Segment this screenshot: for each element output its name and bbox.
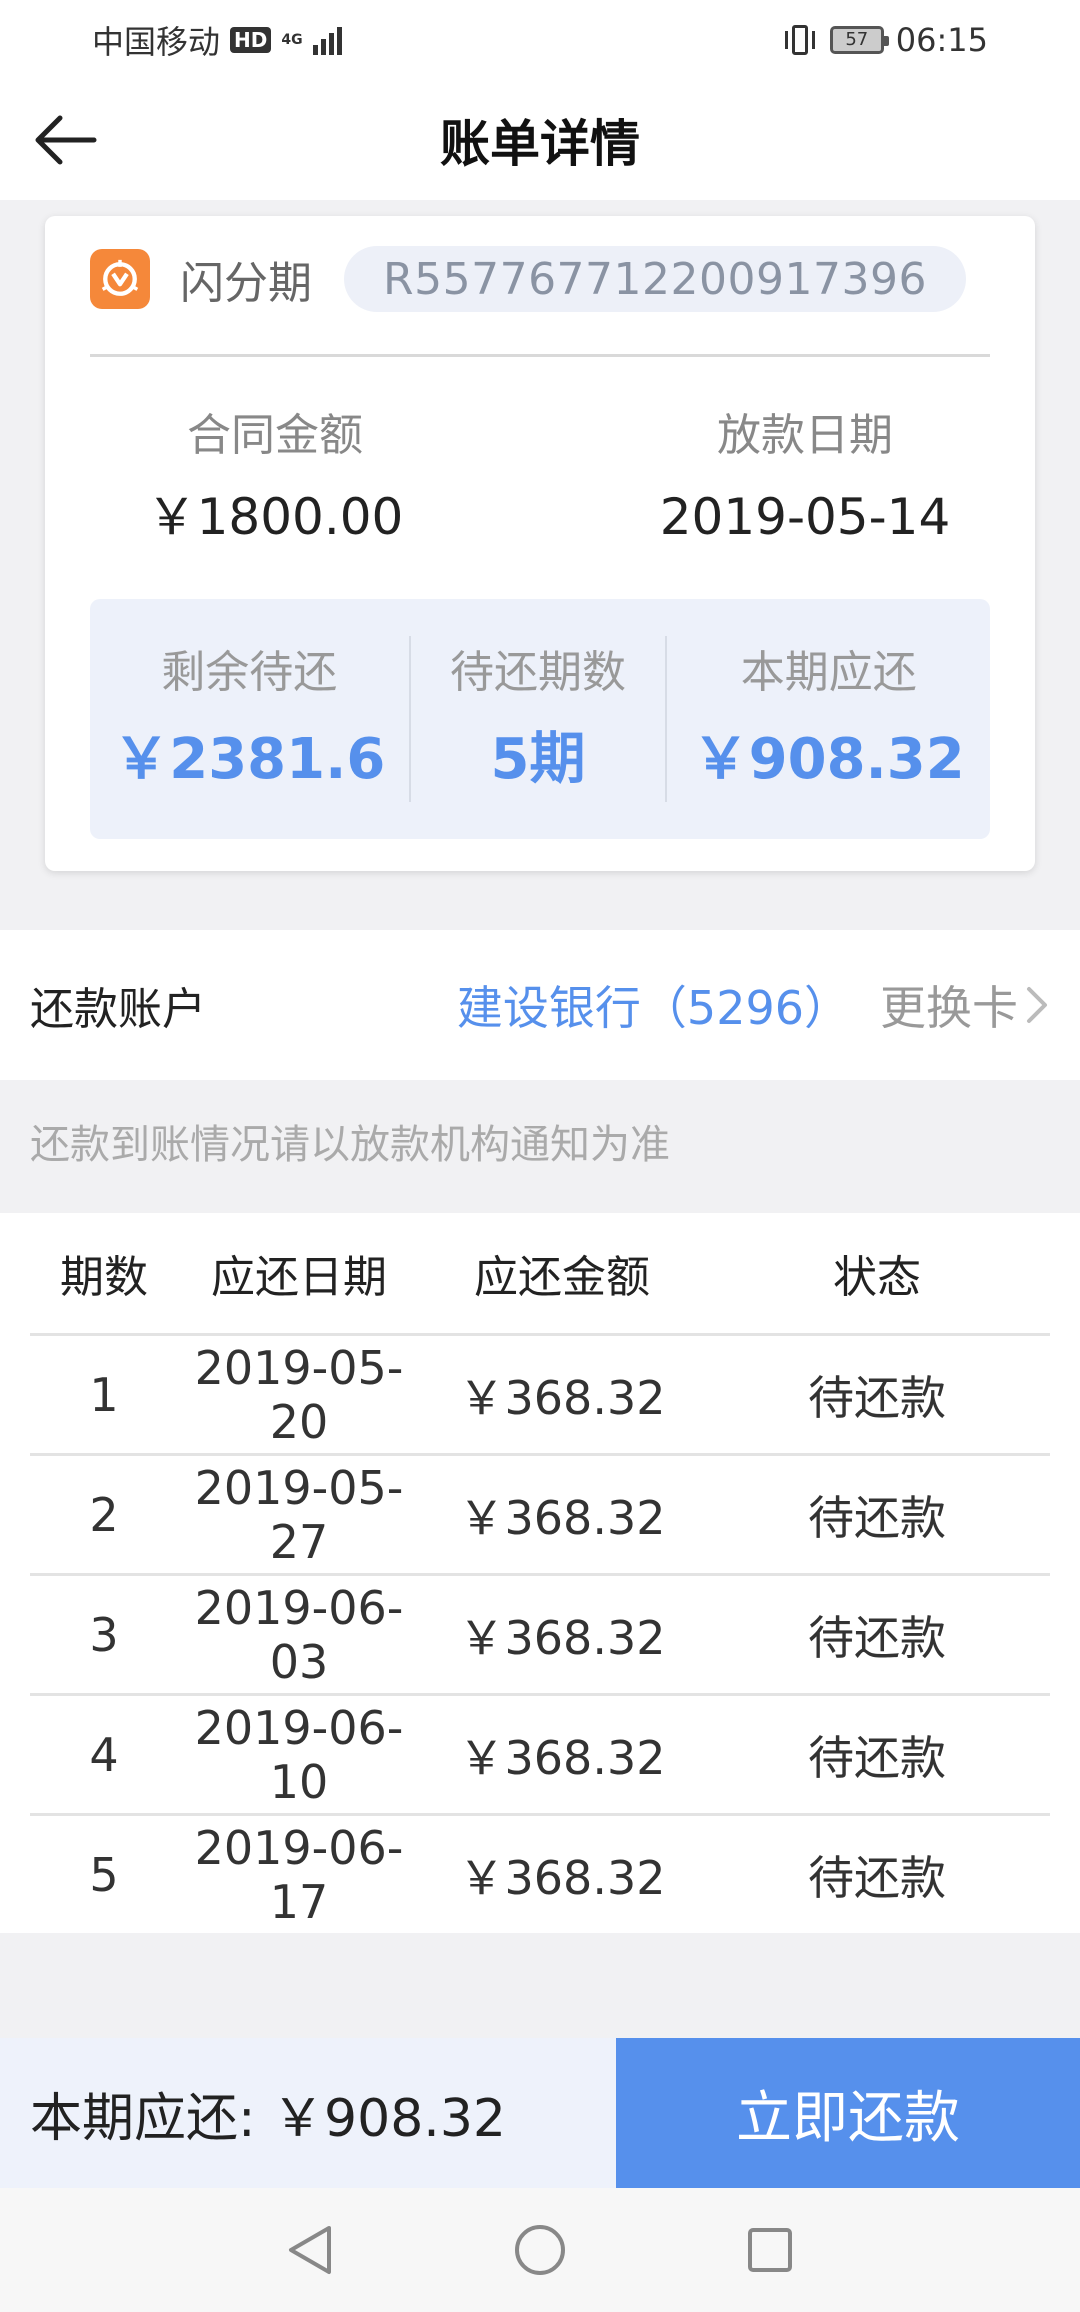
column-header-date: 应还日期 [211, 1252, 387, 1303]
signal-icon [312, 25, 342, 55]
cell-date: 2019-05-27 [194, 1460, 404, 1569]
cell-date: 2019-06-03 [194, 1580, 404, 1689]
stat-value: ￥908.32 [692, 727, 965, 792]
cell-status: 待还款 [808, 1850, 946, 1905]
cell-date: 2019-05-20 [194, 1340, 404, 1449]
cell-date: 2019-06-17 [194, 1820, 404, 1929]
table-row: 1 2019-05-20 ￥368.32 待还款 [30, 1333, 1050, 1453]
cell-period: 1 [89, 1367, 119, 1422]
column-header-status: 状态 [833, 1252, 921, 1303]
status-bar: 中国移动 HD 4G 57 06:15 [0, 0, 1080, 80]
disburse-date-value: 2019-05-14 [659, 488, 951, 546]
carrier-name: 中国移动 [92, 23, 221, 61]
battery-icon: 57 [829, 26, 889, 54]
back-arrow-icon [35, 115, 97, 165]
table-row: 5 2019-06-17 ￥368.32 待还款 [30, 1813, 1050, 1933]
cell-status: 待还款 [808, 1490, 946, 1545]
account-label: 还款账户 [30, 984, 206, 1035]
nav-back-button[interactable] [275, 2215, 345, 2285]
chevron-right-icon [1027, 987, 1047, 1023]
stat-value: 5期 [490, 727, 586, 792]
divider [90, 354, 990, 357]
repayment-account-row[interactable]: 还款账户 建设银行（5296） 更换卡 [0, 930, 1080, 1080]
system-nav-bar [0, 2188, 1080, 2312]
repayment-notice: 还款到账情况请以放款机构通知为准 [30, 1122, 670, 1168]
account-bank: 建设银行（5296） [456, 981, 850, 1035]
cell-period: 5 [89, 1847, 119, 1902]
table-row: 3 2019-06-03 ￥368.32 待还款 [30, 1573, 1050, 1693]
stat-label: 本期应还 [740, 647, 917, 698]
vibrate-icon [782, 22, 818, 58]
page-title: 账单详情 [440, 115, 640, 173]
cell-amount: ￥368.32 [458, 1370, 666, 1425]
repayment-stats-panel: 剩余待还 ￥2381.6 待还期数 5期 本期应还 ￥908.32 [90, 599, 990, 839]
stat-label: 待还期数 [450, 647, 626, 698]
brand-logo-icon [90, 249, 150, 309]
cell-status: 待还款 [808, 1610, 946, 1665]
contract-number: R557767712200917396 [344, 246, 966, 312]
table-row: 4 2019-06-10 ￥368.32 待还款 [30, 1693, 1050, 1813]
clock: 06:15 [895, 21, 988, 59]
column-header-period: 期数 [60, 1252, 148, 1303]
cell-period: 3 [89, 1607, 119, 1662]
back-button[interactable] [30, 110, 100, 170]
cell-status: 待还款 [808, 1370, 946, 1425]
cell-amount: ￥368.32 [458, 1490, 666, 1545]
cell-amount: ￥368.32 [458, 1610, 666, 1665]
current-due-summary: 本期应还: ￥908.32 [0, 2038, 616, 2188]
cell-amount: ￥368.32 [458, 1730, 666, 1785]
loan-card-header: 闪分期 R557767712200917396 [90, 246, 990, 312]
cell-period: 4 [89, 1727, 119, 1782]
app-header: 账单详情 [0, 80, 1080, 200]
pay-now-button[interactable]: 立即还款 [616, 2038, 1080, 2188]
disburse-date-label: 放款日期 [717, 410, 893, 461]
network-type: 4G [281, 32, 303, 48]
stat-label: 剩余待还 [161, 647, 338, 698]
nav-recent-button[interactable] [735, 2215, 805, 2285]
bottom-action-bar: 本期应还: ￥908.32 立即还款 [0, 2038, 1080, 2188]
repayment-schedule-table: 期数 应还日期 应还金额 状态 1 2019-05-20 ￥368.32 待还款… [0, 1213, 1080, 1933]
nav-home-icon [515, 2225, 565, 2275]
column-header-amount: 应还金额 [474, 1252, 650, 1303]
nav-recent-icon [748, 2228, 792, 2272]
status-left: 中国移动 HD 4G [92, 17, 342, 63]
remaining-due-stat: 剩余待还 ￥2381.6 [90, 599, 409, 839]
current-due-stat: 本期应还 ￥908.32 [667, 599, 990, 839]
cell-date: 2019-06-10 [194, 1700, 404, 1809]
remaining-periods-stat: 待还期数 5期 [411, 599, 666, 839]
nav-home-button[interactable] [505, 2215, 575, 2285]
cell-period: 2 [89, 1487, 119, 1542]
table-header-row: 期数 应还日期 应还金额 状态 [30, 1213, 1050, 1333]
stat-value: ￥2381.6 [113, 727, 386, 792]
contract-amount-value: ￥1800.00 [146, 488, 404, 546]
cell-status: 待还款 [808, 1730, 946, 1785]
change-card-link[interactable]: 更换卡 [880, 972, 1018, 1038]
disburse-date-block: 放款日期 2019-05-14 [575, 406, 1035, 550]
status-right: 57 06:15 [782, 21, 988, 59]
loan-card: 闪分期 R557767712200917396 合同金额 ￥1800.00 放款… [45, 216, 1035, 871]
contract-amount-label: 合同金额 [187, 410, 363, 461]
product-name: 闪分期 [180, 258, 312, 309]
hd-badge: HD [230, 27, 272, 53]
contract-amount-block: 合同金额 ￥1800.00 [45, 406, 505, 550]
nav-back-icon [289, 2226, 331, 2274]
cell-amount: ￥368.32 [458, 1850, 666, 1905]
table-row: 2 2019-05-27 ￥368.32 待还款 [30, 1453, 1050, 1573]
